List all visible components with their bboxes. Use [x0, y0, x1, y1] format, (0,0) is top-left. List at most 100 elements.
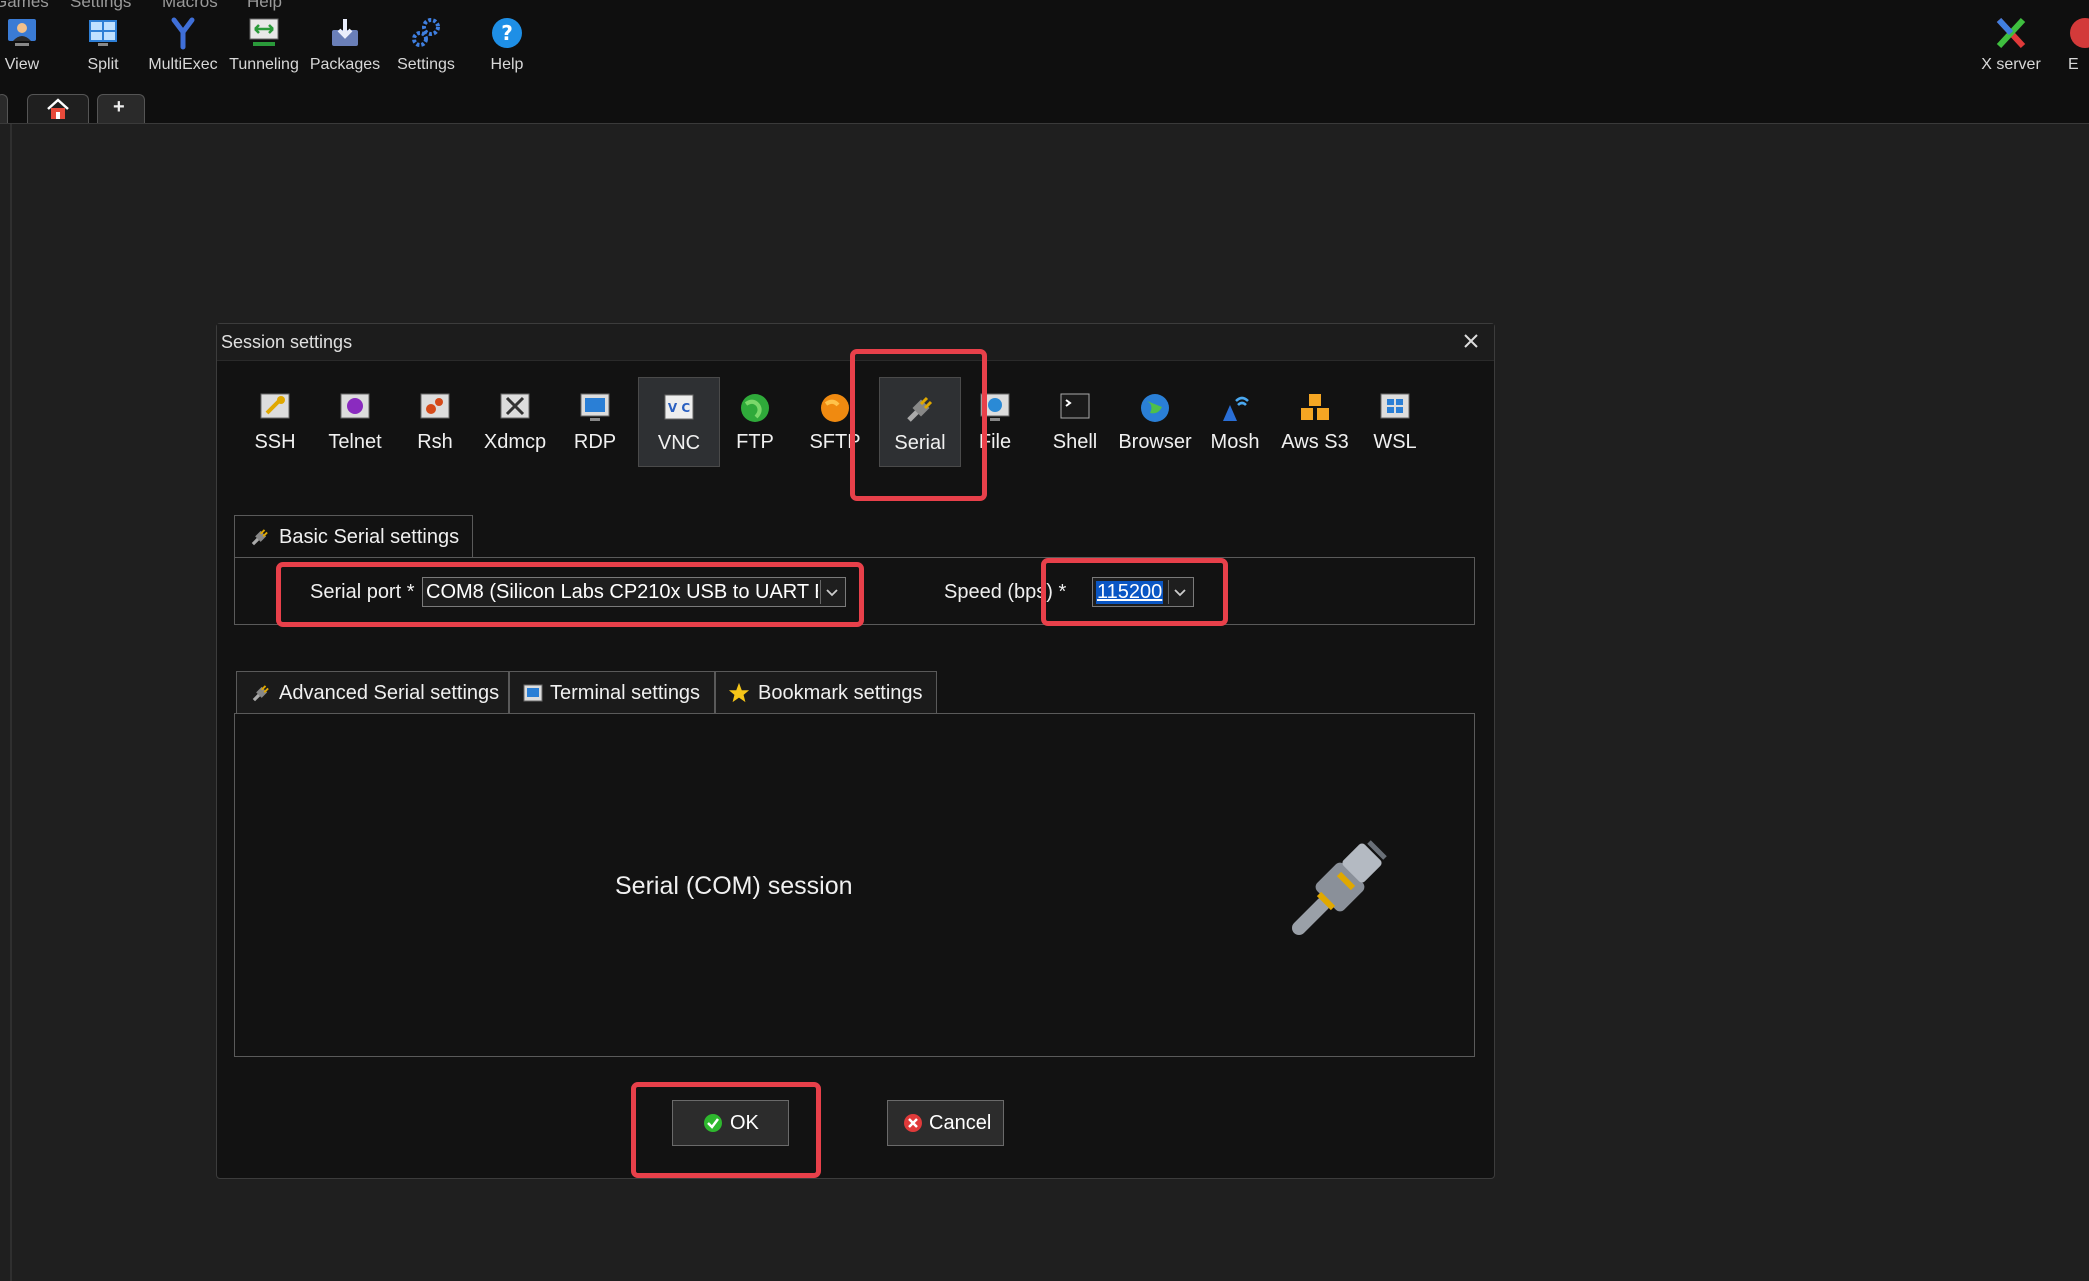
cancel-label: Cancel [929, 1112, 992, 1134]
session-type-label: WSL [1373, 431, 1417, 453]
x-server-icon [1994, 16, 2028, 50]
toolbar-label: E [2068, 56, 2079, 73]
browser-globe-icon [1138, 391, 1172, 425]
help-icon: ? [490, 16, 524, 50]
session-type-telnet[interactable]: Telnet [315, 377, 395, 465]
dialog-title: Session settings [221, 332, 353, 352]
ftp-icon [738, 391, 772, 425]
session-type-label: VNC [657, 432, 701, 454]
annotation-highlight-speed [1041, 558, 1228, 626]
tunneling-icon [247, 16, 281, 50]
toolbar-multiexec-button[interactable]: MultiExec [142, 16, 224, 74]
annotation-highlight-ok [631, 1082, 821, 1178]
plus-icon: + [113, 96, 125, 118]
toolbar-label: X server [1981, 56, 2041, 73]
close-icon[interactable] [1460, 330, 1482, 352]
session-type-aws-s3[interactable]: Aws S3 [1275, 377, 1355, 465]
session-type-vnc[interactable]: V C VNC [638, 377, 720, 467]
session-type-label: Browser [1118, 431, 1192, 453]
serial-plug-icon [252, 685, 269, 702]
tab-previous[interactable] [0, 94, 8, 123]
session-type-rdp[interactable]: RDP [555, 377, 635, 465]
rsh-icon [418, 391, 452, 425]
toolbar-view-button[interactable]: View [0, 16, 63, 74]
session-type-label: SSH [254, 431, 296, 453]
toolbar-label: View [4, 56, 40, 73]
toolbar-settings-button[interactable]: Settings [385, 16, 467, 74]
session-type-label: Telnet [328, 431, 382, 453]
session-type-label: Aws S3 [1281, 431, 1349, 453]
sftp-icon [818, 391, 852, 425]
tab-bookmark-settings[interactable]: Bookmark settings [715, 671, 937, 713]
tab-basic-serial-settings[interactable]: Basic Serial settings [234, 515, 473, 558]
session-type-label: RDP [573, 431, 617, 453]
advanced-settings-panel: Serial (COM) session [234, 713, 1475, 1057]
tab-strip: + [0, 90, 2089, 124]
wsl-windows-icon [1378, 391, 1412, 425]
session-type-label: FTP [736, 431, 774, 453]
xdmcp-icon [498, 391, 532, 425]
session-settings-dialog: Session settings SSH Telnet Rsh Xdmcp RD… [216, 323, 1495, 1179]
new-tab-button[interactable]: + [97, 94, 145, 123]
tab-label: Basic Serial settings [279, 526, 460, 548]
menu-games[interactable]: Games [0, 0, 49, 12]
session-type-xdmcp[interactable]: Xdmcp [475, 377, 555, 465]
cancel-button[interactable]: Cancel [887, 1100, 1004, 1146]
packages-icon [328, 16, 362, 50]
toolbar-label: Split [87, 56, 119, 73]
svg-text:V C: V C [668, 401, 690, 415]
tab-terminal-settings[interactable]: Terminal settings [509, 671, 715, 713]
left-sidebar-border [10, 124, 12, 1281]
tab-label: Advanced Serial settings [279, 682, 500, 704]
tab-label: Terminal settings [550, 682, 701, 704]
toolbar-xserver-button[interactable]: X server [1970, 16, 2052, 74]
annotation-highlight-serial-port [276, 562, 864, 627]
shell-icon [1058, 391, 1092, 425]
session-type-browser[interactable]: Browser [1115, 377, 1195, 465]
toolbar-help-button[interactable]: ? Help [466, 16, 548, 74]
menu-help[interactable]: Help [247, 0, 282, 12]
main-toolbar: Games Settings Macros Help View Split Mu… [0, 0, 2089, 90]
session-type-wsl[interactable]: WSL [1355, 377, 1435, 465]
mosh-antenna-icon [1218, 391, 1252, 425]
svg-text:?: ? [501, 21, 513, 45]
home-icon [47, 98, 69, 119]
tab-label: Bookmark settings [758, 682, 923, 704]
tab-home[interactable] [27, 94, 89, 123]
session-type-mosh[interactable]: Mosh [1195, 377, 1275, 465]
aws-s3-boxes-icon [1298, 391, 1332, 425]
view-icon [5, 16, 39, 50]
rdp-icon [578, 391, 612, 425]
star-icon [728, 682, 750, 703]
session-type-rsh[interactable]: Rsh [395, 377, 475, 465]
telnet-icon [338, 391, 372, 425]
session-type-label: Rsh [417, 431, 453, 453]
toolbar-label: Tunneling [229, 56, 299, 73]
settings-icon [409, 16, 443, 50]
ssh-icon [258, 391, 292, 425]
session-type-ftp[interactable]: FTP [715, 377, 795, 465]
session-type-label: Xdmcp [483, 431, 547, 453]
toolbar-label: Settings [397, 56, 455, 73]
split-icon [86, 16, 120, 50]
toolbar-label: Help [490, 56, 524, 73]
menu-macros[interactable]: Macros [162, 0, 218, 12]
annotation-highlight-serial [850, 349, 987, 501]
toolbar-tunneling-button[interactable]: Tunneling [223, 16, 305, 74]
exit-icon [2068, 16, 2089, 50]
cancel-x-icon [904, 1114, 922, 1132]
session-type-ssh[interactable]: SSH [235, 377, 315, 465]
session-type-label: Shell [1052, 431, 1098, 453]
toolbar-exit-button[interactable]: E [2068, 16, 2089, 74]
toolbar-split-button[interactable]: Split [62, 16, 144, 74]
vnc-icon: V C [662, 392, 696, 426]
serial-plug-icon [1292, 840, 1387, 935]
tab-advanced-serial-settings[interactable]: Advanced Serial settings [236, 671, 509, 713]
menu-settings[interactable]: Settings [70, 0, 131, 12]
serial-plug-icon [251, 529, 268, 546]
session-type-shell[interactable]: Shell [1035, 377, 1115, 465]
toolbar-packages-button[interactable]: Packages [304, 16, 386, 74]
toolbar-label: Packages [309, 56, 381, 73]
terminal-icon [523, 684, 543, 702]
toolbar-label: MultiExec [148, 56, 218, 73]
